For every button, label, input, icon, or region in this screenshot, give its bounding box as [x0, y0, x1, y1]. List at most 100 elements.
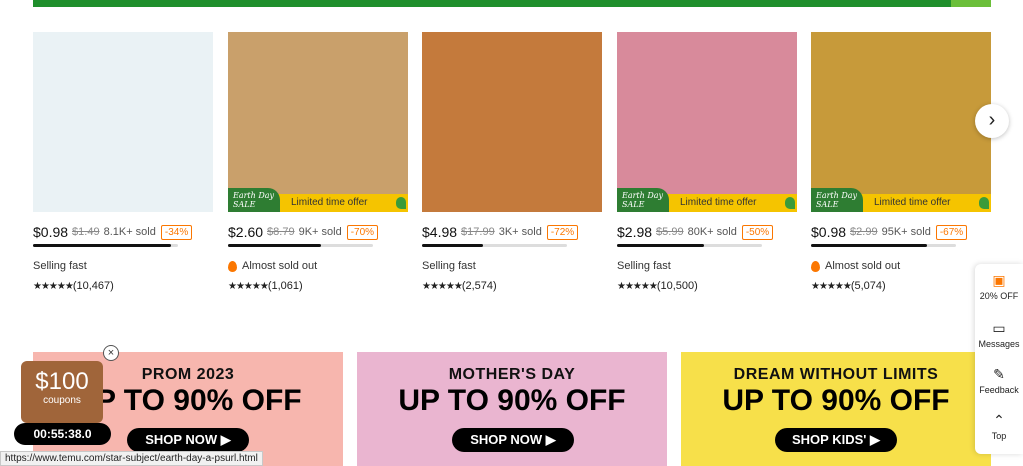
stock-progress-fill [422, 244, 483, 247]
status-bar-url: https://www.temu.com/star-subject/earth-… [0, 451, 263, 466]
shop-kids-button[interactable]: SHOP KIDS' ▶ [775, 428, 897, 452]
sprout-icon [785, 197, 795, 209]
flame-icon [228, 260, 237, 272]
sidebar-top-label: Top [991, 431, 1007, 441]
sidebar-feedback[interactable]: ✎ Feedback [975, 366, 1023, 395]
leaf-decoration [951, 0, 991, 7]
sidebar-discount-label: 20% OFF [979, 291, 1019, 301]
promo-text: Limited time offer [291, 197, 368, 208]
chevron-right-icon: › [988, 109, 996, 131]
product-image[interactable]: Earth Day SALE Limited time offer [617, 32, 797, 212]
review-count: (5,074) [850, 280, 886, 292]
product-image[interactable] [422, 32, 602, 212]
stock-progress-fill [617, 244, 704, 247]
product-price: $0.98 [811, 224, 847, 240]
star-icon: ★★★★★ [617, 281, 658, 292]
stock-progress-bar [617, 244, 762, 247]
promo-strip: Earth Day SALE Limited time offer [811, 188, 991, 212]
sold-count: 8.1K+ sold [103, 226, 156, 238]
product-card[interactable]: Earth Day SALE Limited time offer $0.98 $… [811, 32, 991, 294]
banner-headline: UP TO 90% OFF [722, 384, 950, 417]
discount-badge: -34% [160, 224, 193, 240]
top-promo-banner[interactable] [33, 0, 991, 7]
star-icon: ★★★★★ [422, 281, 463, 292]
original-price: $17.99 [461, 226, 495, 238]
coupon-widget[interactable]: $100 coupons [21, 361, 103, 423]
stock-status: Selling fast [33, 260, 87, 272]
sold-count: 80K+ sold [687, 226, 737, 238]
earth-day-badge: Earth Day SALE [811, 188, 863, 212]
star-icon: ★★★★★ [33, 281, 74, 292]
original-price: $5.99 [656, 226, 684, 238]
sidebar-top[interactable]: ⌃ Top [975, 412, 1023, 441]
product-price: $2.98 [617, 224, 653, 240]
discount-badge: -67% [935, 224, 968, 240]
stock-progress-bar [228, 244, 373, 247]
promo-strip: Earth Day SALE Limited time offer [617, 188, 797, 212]
discount-badge: -50% [741, 224, 774, 240]
stock-progress-fill [811, 244, 927, 247]
promo-text: Limited time offer [874, 197, 951, 208]
discount-badge: -70% [346, 224, 379, 240]
product-card[interactable]: Earth Day SALE Limited time offer $2.98 $… [617, 32, 797, 294]
product-image[interactable]: Earth Day SALE Limited time offer [228, 32, 408, 212]
review-count: (2,574) [461, 280, 497, 292]
stock-progress-bar [422, 244, 567, 247]
sprout-icon [979, 197, 989, 209]
stock-progress-bar [811, 244, 956, 247]
original-price: $2.99 [850, 226, 878, 238]
carousel-next-button[interactable]: › [975, 104, 1009, 138]
sold-count: 9K+ sold [298, 226, 342, 238]
review-count: (10,467) [72, 280, 114, 292]
review-count: (10,500) [656, 280, 698, 292]
stock-status: Almost sold out [825, 260, 901, 272]
chevron-up-icon: ⌃ [993, 412, 1005, 428]
flame-icon [811, 260, 820, 272]
original-price: $1.49 [72, 226, 100, 238]
product-image[interactable] [33, 32, 213, 212]
banner-subtitle: DREAM WITHOUT LIMITS [733, 366, 939, 383]
stock-progress-fill [33, 244, 171, 247]
product-card[interactable]: $0.98 $1.49 8.1K+ sold -34% Selling fast… [33, 32, 213, 294]
sidebar-discount[interactable]: ▣ 20% OFF [975, 272, 1023, 301]
coupon-label: coupons [43, 395, 81, 406]
product-price: $4.98 [422, 224, 458, 240]
star-icon: ★★★★★ [811, 281, 852, 292]
earth-day-badge: Earth Day SALE [617, 188, 669, 212]
promo-strip: Earth Day SALE Limited time offer [228, 188, 408, 212]
banner-subtitle: MOTHER'S DAY [448, 366, 576, 383]
coupon-icon: ▣ [992, 272, 1006, 288]
sidebar-messages-label: Messages [978, 339, 1020, 349]
product-image[interactable]: Earth Day SALE Limited time offer [811, 32, 991, 212]
banner-kids[interactable]: DREAM WITHOUT LIMITS UP TO 90% OFF SHOP … [681, 352, 991, 466]
discount-badge: -72% [546, 224, 579, 240]
shop-now-button[interactable]: SHOP NOW ▶ [452, 428, 574, 452]
product-price: $2.60 [228, 224, 264, 240]
floating-sidebar: ▣ 20% OFF ▭ Messages ✎ Feedback ⌃ Top [975, 264, 1023, 454]
banner-mothers-day[interactable]: MOTHER'S DAY UP TO 90% OFF SHOP NOW ▶ [357, 352, 667, 466]
stock-status: Selling fast [617, 260, 671, 272]
review-count: (1,061) [267, 280, 303, 292]
close-icon[interactable]: × [103, 345, 119, 361]
message-icon: ▭ [992, 320, 1006, 336]
sidebar-feedback-label: Feedback [979, 385, 1019, 395]
product-card[interactable]: Earth Day SALE Limited time offer $2.60 $… [228, 32, 408, 294]
sidebar-messages[interactable]: ▭ Messages [975, 320, 1023, 349]
banner-headline: UP TO 90% OFF [398, 384, 626, 417]
sold-count: 95K+ sold [881, 226, 931, 238]
star-icon: ★★★★★ [228, 281, 269, 292]
stock-status: Almost sold out [242, 260, 318, 272]
promo-text: Limited time offer [680, 197, 757, 208]
original-price: $8.79 [267, 226, 295, 238]
sold-count: 3K+ sold [498, 226, 542, 238]
coupon-timer: 00:55:38.0 [14, 423, 111, 445]
coupon-amount: $100 [35, 368, 89, 395]
stock-status: Selling fast [422, 260, 476, 272]
shop-now-button[interactable]: SHOP NOW ▶ [127, 428, 249, 452]
product-price: $0.98 [33, 224, 69, 240]
feedback-icon: ✎ [993, 366, 1005, 382]
stock-progress-bar [33, 244, 178, 247]
earth-day-badge: Earth Day SALE [228, 188, 280, 212]
product-card[interactable]: $4.98 $17.99 3K+ sold -72% Selling fast … [422, 32, 602, 294]
stock-progress-fill [228, 244, 321, 247]
